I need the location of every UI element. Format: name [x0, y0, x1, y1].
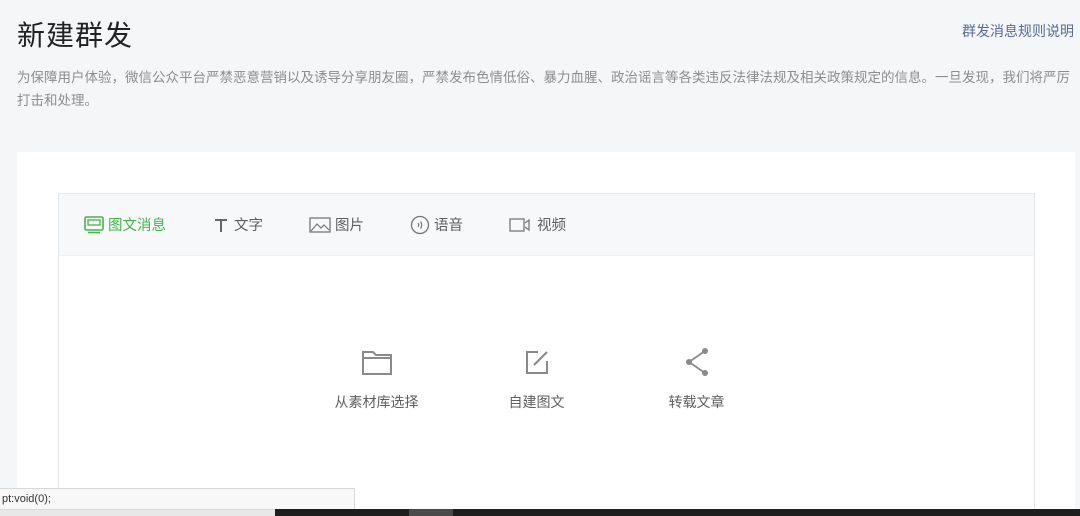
image-icon [309, 216, 331, 234]
tab-news-label: 图文消息 [108, 218, 166, 234]
browser-status-bar: pt:void(0); [0, 488, 355, 510]
news-actions: 从素材库选择 自建图文 转载文章 [59, 344, 1034, 412]
create-news-button[interactable]: 自建图文 [457, 344, 617, 412]
tab-video[interactable]: 视频 [509, 214, 566, 235]
video-icon [509, 216, 533, 234]
message-type-tabs: 图文消息 文字 图片 语音 视频 [59, 194, 1034, 256]
tab-news[interactable]: 图文消息 [84, 214, 166, 235]
page-title: 新建群发 [17, 19, 134, 52]
voice-icon [410, 215, 430, 235]
tab-voice[interactable]: 语音 [410, 214, 463, 235]
tab-image[interactable]: 图片 [309, 214, 364, 235]
tab-text-label: 文字 [234, 218, 263, 234]
choose-from-library-label: 从素材库选择 [334, 395, 419, 411]
share-icon [683, 344, 711, 380]
choose-from-library-button[interactable]: 从素材库选择 [297, 344, 457, 412]
content-policy-notice: 为保障用户体验，微信公众平台严禁恶意营销以及诱导分享朋友圈，严禁发布色情低俗、暴… [17, 70, 1070, 109]
folder-icon [361, 344, 393, 380]
tab-voice-label: 语音 [434, 218, 463, 234]
create-news-label: 自建图文 [508, 395, 565, 411]
message-editor: 图文消息 文字 图片 语音 视频 从素材库选择 自建图文 转载文章 [58, 193, 1035, 516]
tab-text[interactable]: 文字 [212, 214, 263, 235]
tab-image-label: 图片 [335, 218, 364, 234]
browser-bottom-strip [0, 510, 275, 516]
compose-panel: 图文消息 文字 图片 语音 视频 从素材库选择 自建图文 转载文章 [17, 152, 1075, 516]
repost-article-button[interactable]: 转载文章 [617, 344, 777, 412]
text-icon [212, 216, 230, 234]
repost-article-label: 转载文章 [668, 395, 725, 411]
taskbar-item[interactable] [409, 509, 453, 516]
tab-video-label: 视频 [537, 218, 566, 234]
rules-explanation-link[interactable]: 群发消息规则说明 [962, 21, 1074, 41]
edit-icon [523, 344, 551, 380]
taskbar [275, 509, 1080, 516]
news-icon [84, 215, 104, 234]
